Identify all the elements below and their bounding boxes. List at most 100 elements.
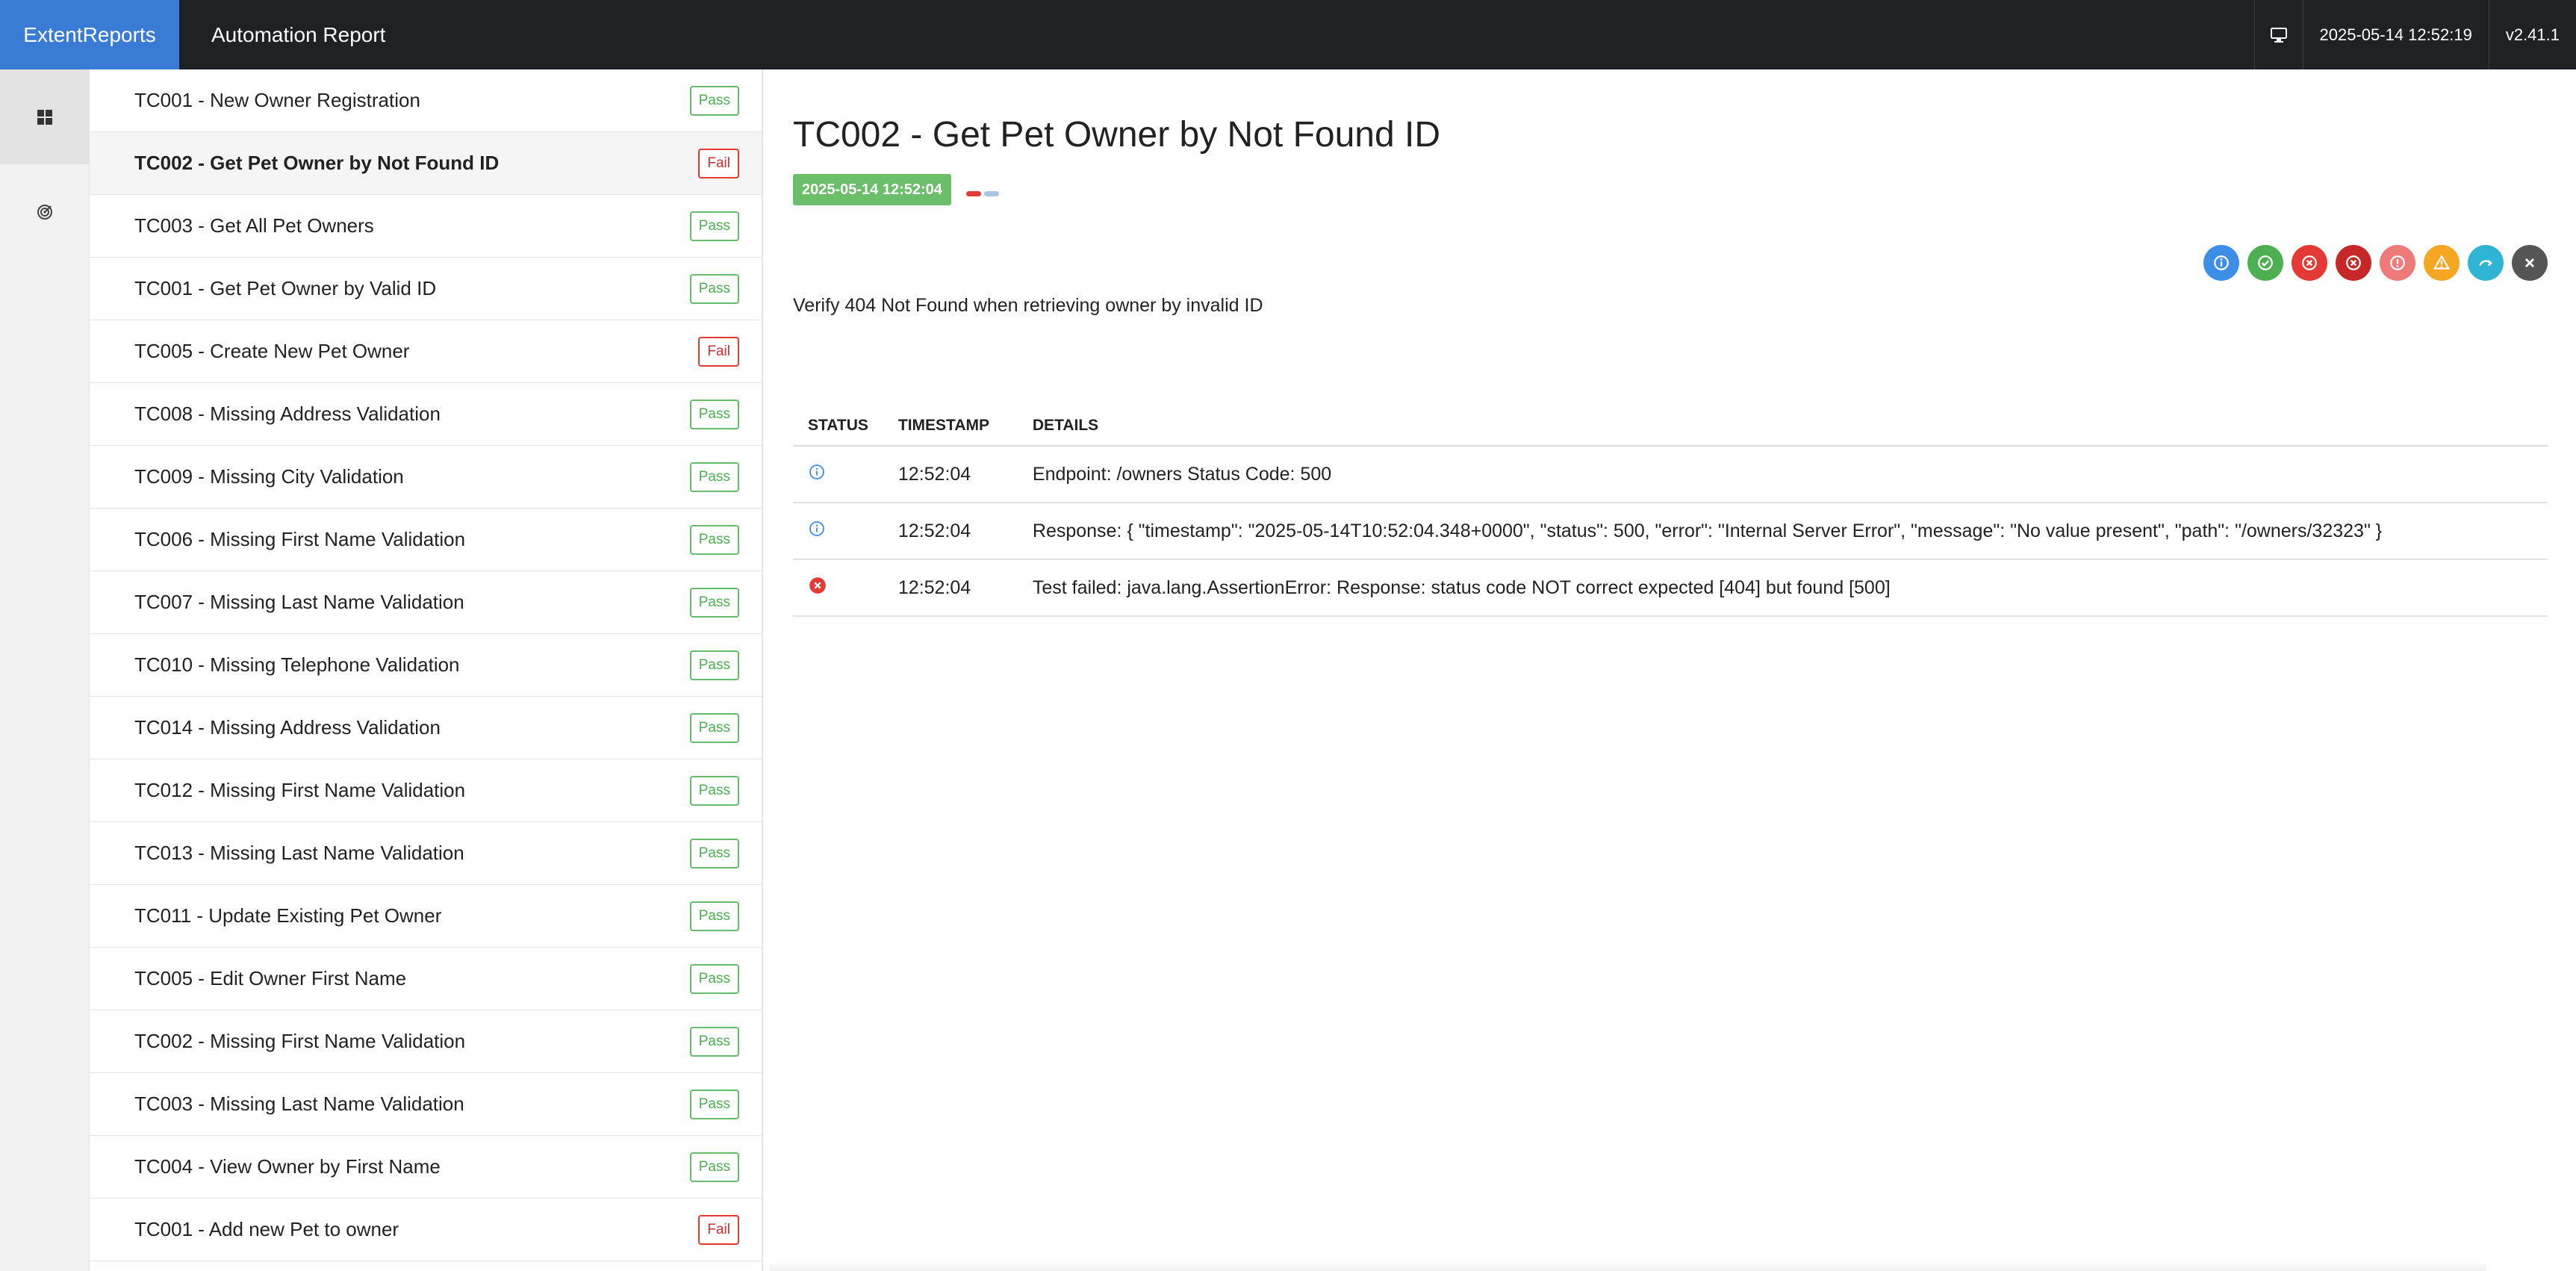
log-details: Response: { "timestamp": "2025-05-14T10:… (1017, 503, 2548, 560)
radar-icon (37, 204, 52, 220)
test-name: TC002 - Missing First Name Validation (134, 1030, 466, 1052)
test-description: Verify 404 Not Found when retrieving own… (793, 295, 1263, 316)
test-name: TC007 - Missing Last Name Validation (134, 591, 464, 613)
status-badge: Fail (698, 336, 739, 367)
bottom-shadow (769, 1262, 2486, 1271)
clear-filter-button[interactable] (2512, 245, 2548, 281)
report-title: Automation Report (211, 22, 386, 46)
status-badge: Pass (689, 462, 739, 492)
test-name: TC014 - Missing Address Validation (134, 716, 441, 739)
error-filter-button[interactable] (2380, 245, 2415, 281)
skip-filter-button[interactable] (2468, 245, 2504, 281)
status-badge: Pass (689, 712, 739, 743)
test-name: TC003 - Get All Pet Owners (134, 214, 374, 237)
test-list-item[interactable]: TC002 - Missing First Name Validation Pas… (90, 1010, 762, 1073)
log-status (793, 503, 883, 560)
close-icon (2525, 258, 2534, 267)
test-list-item[interactable]: TC011 - Update Existing Pet Owner Pass (90, 885, 762, 948)
log-timestamp: 12:52:04 (883, 446, 1018, 503)
status-badge: Pass (689, 587, 739, 618)
test-list-item[interactable]: TC008 - Missing Address Validation Pass (90, 383, 762, 446)
test-name: TC013 - Missing Last Name Validation (134, 842, 464, 864)
status-badge: Pass (689, 1026, 739, 1057)
test-name: TC012 - Missing First Name Validation (134, 779, 466, 801)
test-list-item[interactable]: TC003 - Get All Pet Owners Pass (90, 195, 762, 258)
status-badge: Pass (689, 211, 739, 241)
status-badge: Pass (689, 1089, 739, 1119)
test-name: TC003 - Missing Last Name Validation (134, 1093, 464, 1115)
test-name: TC005 - Create New Pet Owner (134, 340, 410, 362)
test-list-item[interactable]: TC002 - Get Pet Owner by Not Found ID Fai… (90, 132, 762, 195)
test-list-item[interactable]: TC005 - Create New Pet Owner Fail (90, 320, 762, 383)
status-filter-group (2203, 245, 2548, 281)
status-badge: Pass (689, 650, 739, 680)
fail-filter-button[interactable] (2292, 245, 2327, 281)
test-name: TC002 - Get Pet Owner by Not Found ID (134, 152, 500, 174)
log-details: Endpoint: /owners Status Code: 500 (1017, 446, 2548, 503)
status-badge: Pass (689, 838, 739, 868)
test-name: TC011 - Update Existing Pet Owner (134, 904, 442, 927)
test-list-item[interactable]: TC007 - Missing Last Name Validation Pass (90, 571, 762, 634)
status-badge: Pass (689, 1152, 739, 1182)
test-name: TC009 - Missing City Validation (134, 465, 404, 488)
fail-mini-bar (966, 191, 981, 196)
warning-icon (2433, 254, 2451, 270)
test-list-item[interactable]: TC014 - Missing Address Validation Pass (90, 697, 762, 759)
status-badge: Pass (689, 775, 739, 806)
sidebar-item-dashboard[interactable] (0, 164, 90, 259)
test-name: TC001 - Add new Pet to owner (134, 1218, 399, 1240)
start-time-badge: 2025-05-14 12:52:04 (793, 174, 951, 205)
status-badge: Pass (689, 273, 739, 304)
test-list-item[interactable]: TC005 - Edit Owner First Name Pass (90, 948, 762, 1010)
report-timestamp: 2025-05-14 12:52:19 (2302, 0, 2489, 69)
info-icon (2214, 255, 2229, 270)
status-badge: Fail (698, 148, 739, 178)
column-header-timestamp[interactable]: TIMESTAMP (883, 405, 1018, 447)
log-timestamp: 12:52:04 (883, 503, 1018, 560)
brand-logo[interactable]: ExtentReports (0, 0, 179, 69)
info-filter-button[interactable] (2203, 245, 2239, 281)
log-details: Test failed: java.lang.AssertionError: R… (1017, 559, 2548, 617)
sidebar-item-tests[interactable] (0, 69, 90, 164)
status-badge: Pass (689, 399, 739, 429)
column-header-details[interactable]: DETAILS (1017, 405, 2548, 447)
info-icon (809, 464, 824, 479)
icon-sidebar (0, 69, 90, 1271)
test-name: TC008 - Missing Address Validation (134, 403, 441, 425)
test-list-item[interactable]: TC006 - Missing First Name Validation Pas… (90, 509, 762, 571)
top-navbar: ExtentReports Automation Report 2025-05-… (0, 0, 2576, 69)
test-name: TC006 - Missing First Name Validation (134, 528, 466, 550)
test-list-item[interactable]: TC010 - Missing Telephone Validation Pass (90, 634, 762, 697)
dashboard-grid-icon (37, 109, 52, 125)
test-list-item[interactable]: TC013 - Missing Last Name Validation Pass (90, 822, 762, 885)
pass-filter-button[interactable] (2247, 245, 2283, 281)
check-icon (2258, 255, 2273, 270)
log-status (793, 446, 883, 503)
warning-filter-button[interactable] (2424, 245, 2460, 281)
test-list-item[interactable]: TC001 - Add new Pet to owner Fail (90, 1199, 762, 1261)
test-list-item[interactable]: TC004 - View Owner by First Name Pass (90, 1136, 762, 1199)
skip-arrow-icon (2479, 259, 2493, 267)
test-list-item[interactable]: TC001 - Get Pet Owner by Valid ID Pass (90, 258, 762, 320)
test-list-item[interactable]: TC009 - Missing City Validation Pass (90, 446, 762, 509)
test-list-item[interactable]: TC012 - Missing First Name Validation Pas… (90, 759, 762, 822)
test-list: TC001 - New Owner Registration Pass TC002 … (90, 69, 763, 1271)
status-badge: Pass (689, 524, 739, 555)
test-name: TC001 - New Owner Registration (134, 89, 420, 111)
topbar-right: 2025-05-14 12:52:19 v2.41.1 (2253, 0, 2576, 69)
log-status (793, 559, 883, 617)
test-name: TC010 - Missing Telephone Validation (134, 653, 460, 676)
info-icon (809, 520, 824, 536)
monitor-icon (2253, 0, 2303, 69)
column-header-status[interactable]: STATUS (793, 405, 883, 447)
status-badge: Pass (689, 85, 739, 116)
status-badge: Pass (689, 901, 739, 931)
fatal-filter-button[interactable] (2336, 245, 2371, 281)
test-list-item[interactable]: TC003 - Missing Last Name Validation Pass (90, 1073, 762, 1136)
test-detail-panel: TC002 - Get Pet Owner by Not Found ID 20… (763, 69, 2576, 1271)
test-list-item[interactable]: TC001 - New Owner Registration Pass (90, 69, 762, 132)
test-name: TC005 - Edit Owner First Name (134, 967, 407, 989)
x-circle-icon (2346, 255, 2361, 270)
status-badge: Fail (698, 1214, 739, 1245)
version-label: v2.41.1 (2488, 0, 2576, 69)
